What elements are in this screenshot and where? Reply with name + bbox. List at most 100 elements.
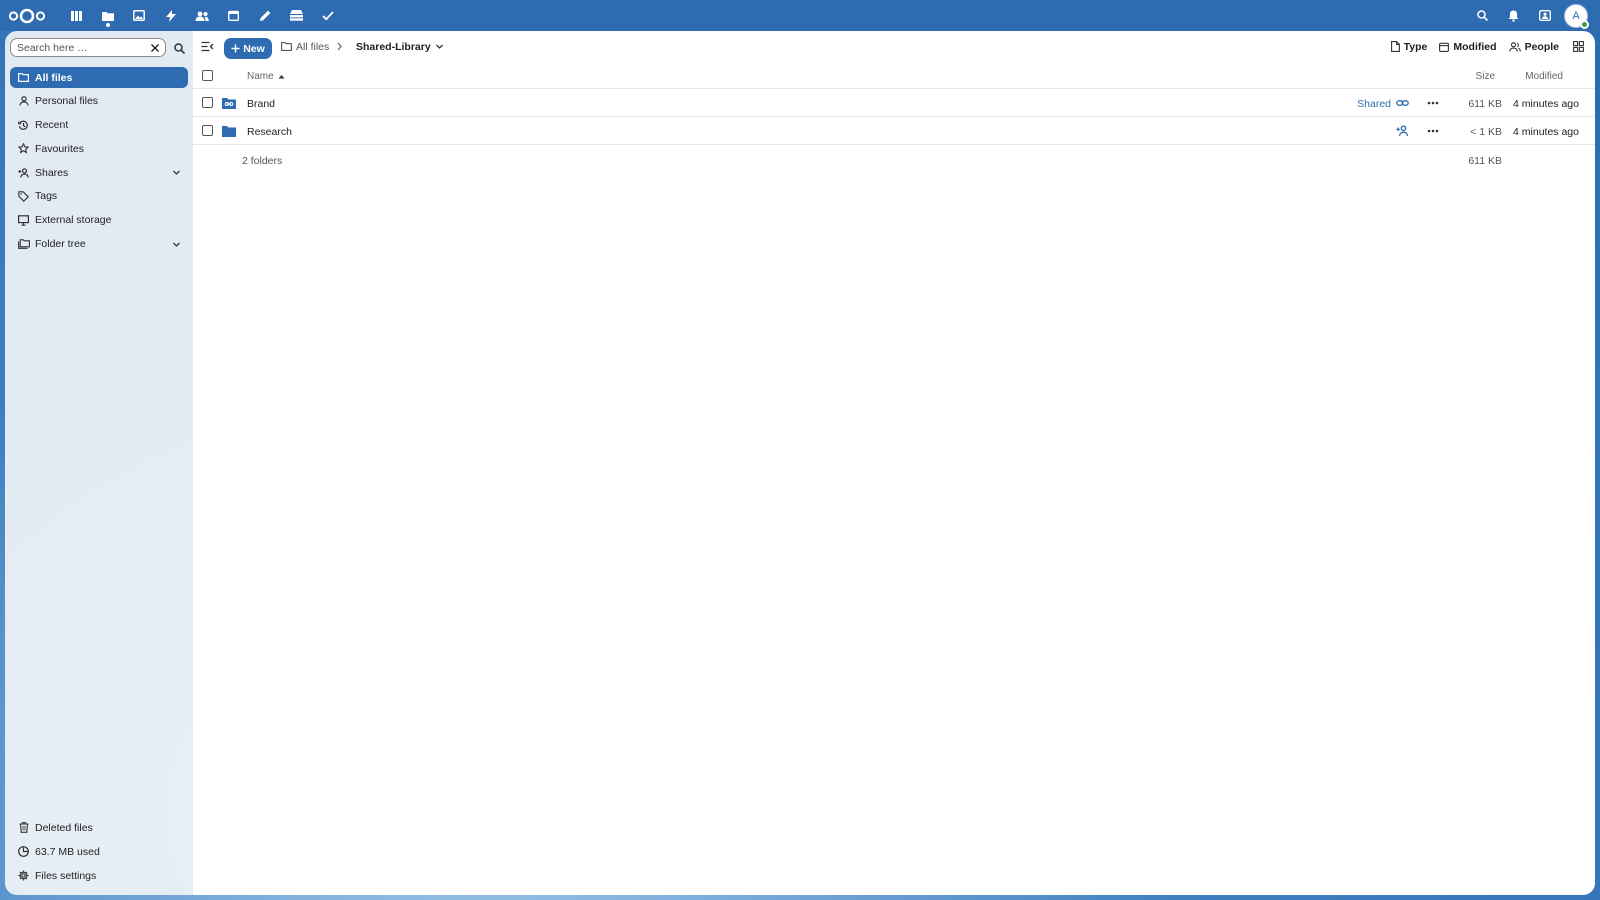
file-name[interactable]: Research (247, 126, 292, 138)
close-icon[interactable] (149, 42, 161, 54)
deck-icon[interactable] (281, 0, 312, 31)
filter-modified-button[interactable]: Modified (1433, 36, 1502, 57)
sidebar-item-recent[interactable]: Recent (10, 115, 188, 136)
sidebar-item-favourites[interactable]: Favourites (10, 138, 188, 159)
file-size: < 1 KB (1470, 126, 1502, 138)
table-footer: 2 folders 611 KB (193, 145, 1595, 173)
sidebar-item-label: Tags (35, 190, 58, 203)
navigation: All files Personal files Recent Favourit… (10, 67, 188, 257)
share-icon (17, 166, 30, 179)
sidebar-item-tags[interactable]: Tags (10, 186, 188, 207)
sidebar: All files Personal files Recent Favourit… (5, 31, 193, 895)
sidebar-item-label: Personal files (35, 95, 99, 108)
share-status-label[interactable]: Shared (1357, 98, 1391, 110)
new-button-label: New (243, 42, 265, 55)
files-icon[interactable] (92, 0, 123, 31)
sidebar-item-label: Deleted files (35, 821, 93, 834)
activity-icon[interactable] (155, 0, 186, 31)
people-icon (1508, 41, 1521, 52)
search-icon[interactable] (171, 40, 187, 56)
toggle-navigation-icon[interactable] (199, 38, 216, 55)
history-icon (17, 119, 30, 132)
sidebar-item-all-files[interactable]: All files (10, 67, 188, 88)
filter-type-button[interactable]: Type (1385, 36, 1434, 57)
file-size: 611 KB (1468, 98, 1502, 110)
column-header-size[interactable]: Size (1476, 71, 1495, 82)
avatar[interactable]: A (1565, 4, 1589, 29)
column-header-name-label: Name (247, 71, 274, 82)
user-icon (17, 95, 30, 108)
trash-icon (17, 821, 30, 834)
nextcloud-logo[interactable] (8, 0, 50, 31)
user-menu[interactable]: A (1558, 0, 1594, 31)
photos-icon[interactable] (124, 0, 155, 31)
sidebar-item-personal-files[interactable]: Personal files (10, 91, 188, 112)
file-name[interactable]: Brand (247, 98, 275, 110)
top-bar: A (0, 0, 1600, 31)
file-modified: 4 minutes ago (1513, 126, 1579, 138)
select-all-checkbox[interactable] (202, 70, 213, 81)
calendar-icon[interactable] (218, 0, 249, 31)
add-user-icon[interactable] (1396, 125, 1409, 137)
search-input[interactable] (17, 41, 142, 54)
header-actions: A (1467, 0, 1600, 31)
folder-icon (222, 126, 236, 137)
folder-icon (17, 71, 30, 84)
folder-tree-icon (17, 238, 30, 251)
sidebar-item-files-settings[interactable]: Files settings (10, 865, 188, 886)
sidebar-item-label: External storage (35, 214, 112, 227)
new-button[interactable]: New (224, 38, 272, 59)
gear-icon (17, 869, 30, 882)
link-icon[interactable] (1396, 97, 1409, 109)
table-row[interactable]: Research < 1 KB 4 minutes ago (193, 117, 1595, 145)
chevron-down-icon[interactable] (171, 167, 182, 178)
sidebar-item-label: Favourites (35, 142, 85, 155)
more-actions-icon[interactable] (1426, 125, 1440, 137)
chevron-down-icon (435, 44, 443, 49)
sidebar-item-label: Shares (35, 166, 69, 179)
sidebar-item-external-storage[interactable]: External storage (10, 210, 188, 231)
notifications-icon[interactable] (1498, 0, 1529, 31)
file-icon (1390, 41, 1400, 52)
sidebar-footer: Deleted files 63.7 MB used Files setting… (10, 817, 188, 889)
more-actions-icon[interactable] (1426, 97, 1440, 109)
files-main: New All files Shared-Library Type Modifi… (193, 31, 1595, 895)
breadcrumb-current[interactable]: Shared-Library (356, 31, 444, 62)
row-checkbox[interactable] (202, 125, 213, 136)
contacts-menu-icon[interactable] (1529, 0, 1560, 31)
file-modified: 4 minutes ago (1513, 98, 1579, 110)
grid-view-icon[interactable] (1565, 36, 1591, 57)
plus-icon (231, 44, 240, 53)
search-field (10, 38, 166, 57)
sort-ascending-icon (278, 75, 285, 79)
avatar-letter: A (1572, 9, 1580, 22)
sidebar-item-deleted-files[interactable]: Deleted files (10, 817, 188, 838)
calendar-icon (1439, 42, 1450, 52)
tasks-icon[interactable] (312, 0, 343, 31)
filter-people-button[interactable]: People (1503, 36, 1565, 57)
table-row[interactable]: Brand Shared 611 KB 4 minutes ago (193, 89, 1595, 117)
filter-type-label: Type (1403, 40, 1428, 53)
monitor-icon (17, 214, 30, 227)
column-header-name[interactable]: Name (247, 71, 285, 82)
sidebar-item-folder-tree[interactable]: Folder tree (10, 234, 188, 255)
folder-count: 2 folders (242, 155, 283, 167)
files-table: Name Size Modified Brand Shared 611 KB 4… (193, 62, 1595, 173)
storage-usage[interactable]: 63.7 MB used (10, 841, 188, 862)
breadcrumb-all-files[interactable]: All files (281, 31, 329, 62)
contacts-icon[interactable] (187, 0, 218, 31)
chevron-down-icon[interactable] (171, 239, 182, 250)
storage-label: 63.7 MB used (35, 845, 100, 858)
breadcrumb-current-label: Shared-Library (356, 40, 431, 53)
sidebar-item-label: Files settings (35, 869, 97, 882)
column-header-modified[interactable]: Modified (1525, 71, 1563, 82)
table-header: Name Size Modified (193, 62, 1595, 89)
storage-icon (17, 845, 30, 858)
sidebar-item-shares[interactable]: Shares (10, 162, 188, 183)
dashboard-icon[interactable] (61, 0, 92, 31)
tag-icon (17, 190, 30, 203)
row-checkbox[interactable] (202, 97, 213, 108)
notes-icon[interactable] (249, 0, 280, 31)
search-icon[interactable] (1467, 0, 1498, 31)
star-icon (17, 142, 30, 155)
